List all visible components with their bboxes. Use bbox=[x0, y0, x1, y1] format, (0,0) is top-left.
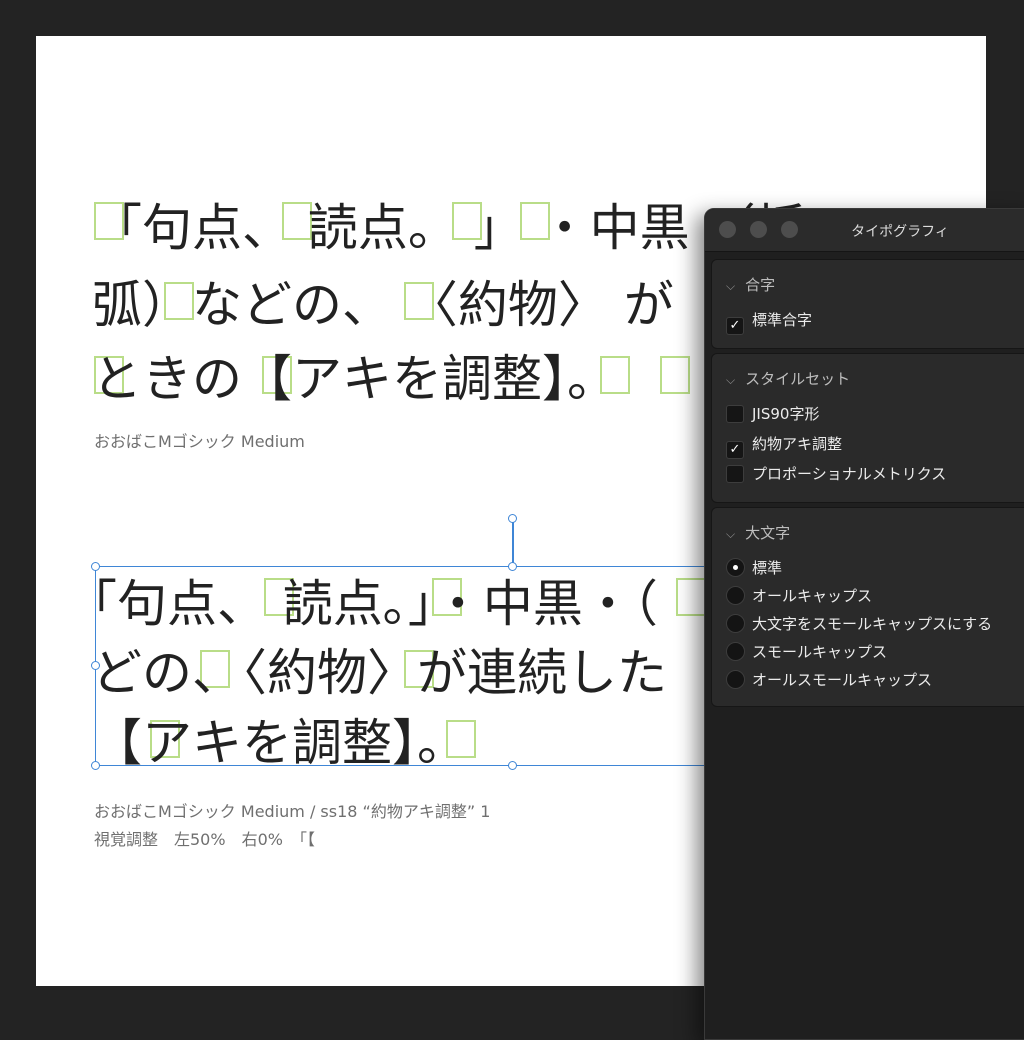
chevron-down-icon: ⌵ bbox=[726, 373, 736, 387]
radio-selected-icon[interactable] bbox=[726, 558, 745, 577]
resize-handle-bottom-left[interactable] bbox=[91, 761, 100, 770]
option-standard-ligatures[interactable]: ✓ 標準合字 bbox=[726, 309, 812, 335]
option-label: プロポーショナルメトリクス bbox=[752, 465, 947, 483]
radio-small-caps[interactable]: スモールキャップス bbox=[726, 641, 887, 662]
typography-panel: タイポグラフィ ⌵合字 ✓標準合字 ﾅ ⌵スタイルセット JIS90字形 ✓約物… bbox=[704, 208, 1024, 1040]
option-jis90[interactable]: JIS90字形 bbox=[726, 403, 819, 424]
sample1-line-2[interactable]: 弧）などの、 〈約物〉 が bbox=[92, 280, 674, 330]
resize-handle-bottom[interactable] bbox=[508, 761, 517, 770]
panel-titlebar[interactable]: タイポグラフィ bbox=[705, 209, 1024, 252]
capitals-header-label: 大文字 bbox=[745, 524, 791, 542]
checkbox-unchecked-icon[interactable] bbox=[726, 405, 744, 423]
option-label: オールスモールキャップス bbox=[752, 671, 933, 689]
checkbox-unchecked-icon[interactable] bbox=[726, 465, 744, 483]
resize-handle-top[interactable] bbox=[508, 562, 517, 571]
radio-all-caps[interactable]: オールキャップス bbox=[726, 585, 872, 606]
chevron-down-icon: ⌵ bbox=[726, 279, 736, 293]
stylesets-header-label: スタイルセット bbox=[745, 370, 851, 388]
section-stylesets: ⌵スタイルセット JIS90字形 ✓約物アキ調整 プロポーショナルメトリクス ﾁ bbox=[711, 353, 1024, 503]
radio-standard[interactable]: 標準 bbox=[726, 557, 782, 578]
radio-unselected-icon[interactable] bbox=[726, 670, 745, 689]
option-label: オールキャップス bbox=[752, 587, 873, 605]
capitals-header[interactable]: ⌵ 大文字 bbox=[726, 522, 790, 543]
sample1-line-3[interactable]: ときの【アキを調整】。 bbox=[92, 354, 617, 404]
option-punctuation-spacing[interactable]: ✓ 約物アキ調整 bbox=[726, 433, 842, 459]
radio-unselected-icon[interactable] bbox=[726, 614, 745, 633]
option-label: 約物アキ調整 bbox=[752, 435, 843, 453]
option-label: 大文字をスモールキャップスにする bbox=[752, 615, 993, 633]
sample1-line-1[interactable]: 「句点、 読点。 」 ・中黒 （括 bbox=[92, 203, 806, 253]
rotation-handle[interactable] bbox=[508, 514, 517, 523]
radio-caps-to-small-caps[interactable]: 大文字をスモールキャップスにする bbox=[726, 613, 992, 634]
rotation-handle-line bbox=[512, 522, 514, 566]
ligatures-header-label: 合字 bbox=[745, 276, 776, 294]
section-ligatures: ⌵合字 ✓標準合字 ﾅ bbox=[711, 259, 1024, 349]
option-label: 標準合字 bbox=[752, 311, 813, 329]
section-capitals: ⌵ 大文字 標準 オールキャップス 大文字をスモールキャップスにする スモールキャ… bbox=[711, 507, 1024, 707]
sample1-caption: おおばこMゴシック Medium bbox=[94, 432, 305, 451]
resize-handle-left[interactable] bbox=[91, 661, 100, 670]
radio-unselected-icon[interactable] bbox=[726, 642, 745, 661]
option-label: スモールキャップス bbox=[752, 643, 888, 661]
sample2-caption-font: おおばこMゴシック Medium / ss18 “約物アキ調整” 1 bbox=[94, 802, 491, 821]
radio-all-small-caps[interactable]: オールスモールキャップス bbox=[726, 669, 932, 690]
panel-title: タイポグラフィ bbox=[851, 224, 949, 240]
resize-handle-top-left[interactable] bbox=[91, 562, 100, 571]
chevron-down-icon: ⌵ bbox=[726, 527, 736, 541]
checkbox-checked-icon[interactable]: ✓ bbox=[726, 317, 744, 335]
ligatures-header[interactable]: ⌵ 合字 bbox=[726, 274, 775, 295]
option-label: 標準 bbox=[752, 559, 783, 577]
option-label: JIS90字形 bbox=[752, 405, 820, 423]
checkbox-checked-icon[interactable]: ✓ bbox=[726, 441, 744, 459]
stylesets-header[interactable]: ⌵ スタイルセット bbox=[726, 368, 850, 389]
option-proportional-metrics[interactable]: プロポーショナルメトリクス bbox=[726, 463, 946, 484]
radio-unselected-icon[interactable] bbox=[726, 586, 745, 605]
sample2-caption-adjust: 視覚調整 左50% 右0% 「【 bbox=[94, 830, 315, 849]
